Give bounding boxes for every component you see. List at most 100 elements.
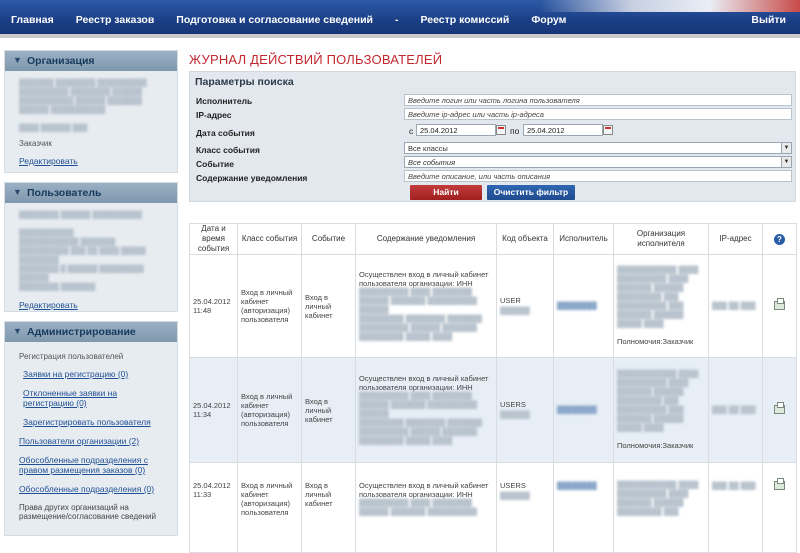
row-event: Вход в личный кабинет xyxy=(301,254,356,358)
content-input[interactable]: Введите описание, или часть описания xyxy=(404,170,792,182)
date-to-input[interactable]: 25.04.2012 xyxy=(523,124,603,136)
row-datetime: 25.04.2012 11:34 xyxy=(189,357,238,463)
col-ip[interactable]: IP-адрес xyxy=(708,223,763,255)
row-object-code: USERS ██████ xyxy=(496,462,554,553)
organization-role: Заказчик xyxy=(19,139,52,148)
user-input[interactable]: Введите логин или часть логина пользоват… xyxy=(404,94,792,106)
table-row[interactable]: 25.04.2012 11:48 Вход в личный кабинет (… xyxy=(189,254,797,358)
row-ip: ███ ██ ███ xyxy=(708,254,763,358)
registration-requests-link[interactable]: Заявки на регистрацию (0) xyxy=(23,369,169,379)
content-details-redacted: ██████████ ████ ████████ ██████ ███████ █… xyxy=(359,500,477,516)
subdivisions-link[interactable]: Обособленные подразделения (0) xyxy=(19,484,169,494)
row-print xyxy=(762,357,797,463)
nav-separator: - xyxy=(395,14,399,26)
other-org-rights-label: Права других организаций на размещение/с… xyxy=(19,503,156,521)
nav-commissions-registry[interactable]: Реестр комиссий xyxy=(410,14,521,26)
rejected-requests-link[interactable]: Отклоненные заявки на регистрацию (0) xyxy=(23,388,169,408)
user-info-redacted: ████████ ██████ ██████████ ███████████ ███… xyxy=(19,212,146,291)
calendar-icon[interactable] xyxy=(496,125,506,135)
event-class-select[interactable]: Все классы ▼ xyxy=(404,142,792,154)
col-user-org[interactable]: Организация исполнителя xyxy=(613,223,709,255)
nav-home[interactable]: Главная xyxy=(0,14,65,26)
help-icon[interactable]: ? xyxy=(774,233,785,245)
sidebar: ▼ Организация ███████ ████████ █████████… xyxy=(4,50,178,545)
user-org-redacted: ████████████ ████ ██████████ ████ ███████ … xyxy=(617,482,699,516)
col-event[interactable]: Событие xyxy=(301,223,356,255)
row-print xyxy=(762,462,797,553)
col-event-class[interactable]: Класс события xyxy=(237,223,302,255)
row-ip: ███ ██ ███ xyxy=(708,357,763,463)
chevron-down-icon: ▼ xyxy=(781,157,791,167)
admin-panel-header[interactable]: ▼ Администрирование xyxy=(5,322,177,342)
row-user: ████████ xyxy=(553,462,614,553)
organization-name-redacted: ███████ ████████ ██████████ ██████████ ██… xyxy=(19,80,147,132)
ip-label: IP-адрес xyxy=(196,110,232,120)
date-from-label: с xyxy=(409,126,414,136)
user-edit-link[interactable]: Редактировать xyxy=(19,300,169,310)
content-details-redacted: ██████████ ████ ████████ ██████ ███████ █… xyxy=(359,393,482,445)
date-to-label: по xyxy=(510,126,520,136)
clear-filter-button[interactable]: Очистить фильтр xyxy=(487,185,575,200)
organization-edit-link[interactable]: Редактировать xyxy=(19,156,169,166)
row-print xyxy=(762,254,797,358)
col-object-code[interactable]: Код объекта xyxy=(496,223,554,255)
find-button[interactable]: Найти xyxy=(410,185,482,200)
organization-panel: ▼ Организация ███████ ████████ █████████… xyxy=(4,50,178,173)
collapse-arrow-icon: ▼ xyxy=(13,326,22,336)
search-params-panel: Параметры поиска Исполнитель Введите лог… xyxy=(189,71,796,202)
row-user-org: ████████████ ████ ██████████ ████ ███████ … xyxy=(613,357,709,463)
table-row[interactable]: 25.04.2012 11:34 Вход в личный кабинет (… xyxy=(189,357,797,463)
printer-icon[interactable] xyxy=(774,297,785,310)
row-class: Вход в личный кабинет (авторизация) поль… xyxy=(237,357,302,463)
table-row[interactable]: 25.04.2012 11:33 Вход в личный кабинет (… xyxy=(189,462,797,553)
user-org-redacted: ████████████ ████ ██████████ ████ ███████ … xyxy=(617,267,699,328)
user-panel-header[interactable]: ▼ Пользователь xyxy=(5,183,177,203)
row-datetime: 25.04.2012 11:48 xyxy=(189,254,238,358)
row-class: Вход в личный кабинет (авторизация) поль… xyxy=(237,462,302,553)
chevron-down-icon: ▼ xyxy=(781,143,791,153)
page-title: ЖУРНАЛ ДЕЙСТВИЙ ПОЛЬЗОВАТЕЛЕЙ xyxy=(189,52,443,67)
main-content: ЖУРНАЛ ДЕЙСТВИЙ ПОЛЬЗОВАТЕЛЕЙ Параметры … xyxy=(189,52,796,202)
printer-icon[interactable] xyxy=(774,401,785,414)
row-datetime: 25.04.2012 11:33 xyxy=(189,462,238,553)
collapse-arrow-icon: ▼ xyxy=(13,187,22,197)
search-params-title: Параметры поиска xyxy=(195,76,294,88)
organization-users-link[interactable]: Пользователи организации (2) xyxy=(19,436,169,446)
organization-panel-header[interactable]: ▼ Организация xyxy=(5,51,177,71)
logout-link[interactable]: Выйти xyxy=(751,14,786,26)
row-powers: Полномочия:Заказчик xyxy=(617,441,694,450)
col-user[interactable]: Исполнитель xyxy=(553,223,614,255)
event-label: Событие xyxy=(196,159,234,169)
content-label: Содержание уведомления xyxy=(196,173,308,183)
row-content: Осуществлен вход в личный кабинет пользо… xyxy=(355,254,497,358)
row-powers: Полномочия:Заказчик xyxy=(617,337,694,346)
calendar-icon[interactable] xyxy=(603,125,613,135)
user-panel: ▼ Пользователь ████████ ██████ █████████… xyxy=(4,182,178,312)
user-label: Исполнитель xyxy=(196,96,253,106)
col-content[interactable]: Содержание уведомления xyxy=(355,223,497,255)
nav-forum[interactable]: Форум xyxy=(520,14,577,26)
event-select[interactable]: Все события ▼ xyxy=(404,156,792,168)
row-ip: ███ ██ ███ xyxy=(708,462,763,553)
row-object-code: USERS ██████ xyxy=(496,357,554,463)
date-label: Дата события xyxy=(196,128,255,138)
register-user-link[interactable]: Зарегистрировать пользователя xyxy=(23,417,169,427)
row-user: ████████ xyxy=(553,357,614,463)
row-event: Вход в личный кабинет xyxy=(301,462,356,553)
content-details-redacted: ██████████ ████ ████████ ██████ ███████ █… xyxy=(359,289,482,341)
row-user-org: ████████████ ████ ██████████ ████ ███████ … xyxy=(613,254,709,358)
row-content: Осуществлен вход в личный кабинет пользо… xyxy=(355,462,497,553)
row-event: Вход в личный кабинет xyxy=(301,357,356,463)
registration-section-label: Регистрация пользователей xyxy=(19,352,124,361)
admin-panel: ▼ Администрирование Регистрация пользова… xyxy=(4,321,178,536)
ip-input[interactable]: Введите ip-адрес или часть ip-адреса xyxy=(404,108,792,120)
subdivisions-with-rights-link[interactable]: Обособленные подразделения с правом разм… xyxy=(19,455,169,475)
nav-orders-registry[interactable]: Реестр заказов xyxy=(65,14,166,26)
nav-preparation[interactable]: Подготовка и согласование сведений xyxy=(165,14,384,26)
row-content: Осуществлен вход в личный кабинет пользо… xyxy=(355,357,497,463)
printer-icon[interactable] xyxy=(774,478,785,490)
collapse-arrow-icon: ▼ xyxy=(13,55,22,65)
col-datetime[interactable]: Дата и время события xyxy=(189,223,238,255)
date-from-input[interactable]: 25.04.2012 xyxy=(416,124,496,136)
header-flag-stripe xyxy=(540,0,800,12)
